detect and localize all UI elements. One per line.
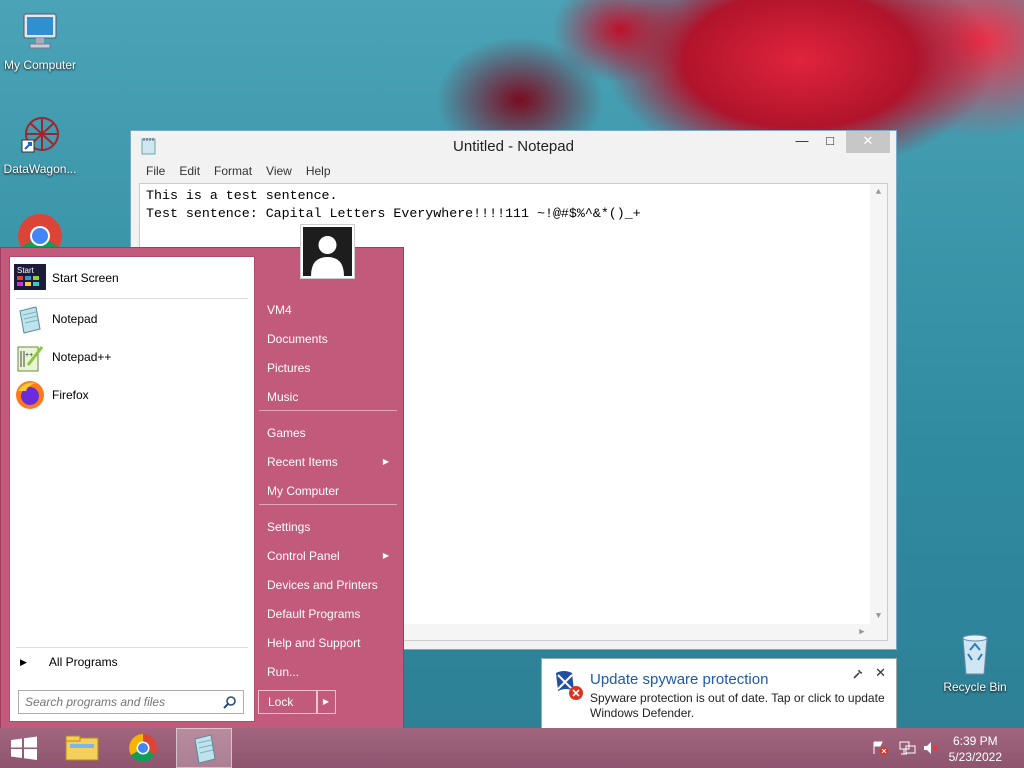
lock-options-chevron-icon[interactable]: ▶ (316, 690, 336, 714)
all-programs-label: All Programs (48, 655, 118, 669)
menu-file[interactable]: File (139, 161, 172, 183)
start-link-devices-printers[interactable]: Devices and Printers (259, 571, 399, 600)
divider (259, 410, 397, 411)
menu-format[interactable]: Format (207, 161, 259, 183)
datawagon-icon (16, 112, 64, 160)
menu-help[interactable]: Help (299, 161, 338, 183)
user-avatar[interactable] (300, 224, 355, 279)
start-item-firefox[interactable]: Firefox (14, 378, 89, 412)
scroll-up-icon[interactable]: ▲ (870, 184, 887, 200)
desktop-icon-my-computer[interactable]: My Computer (0, 8, 80, 72)
notification-toast[interactable]: Update spyware protection Spyware protec… (541, 658, 897, 741)
scroll-down-icon[interactable]: ▼ (870, 608, 887, 624)
computer-icon (16, 8, 64, 56)
menu-edit[interactable]: Edit (172, 161, 207, 183)
minimize-button[interactable]: — (788, 131, 816, 153)
start-link-run[interactable]: Run... (259, 658, 399, 687)
action-center-warning-icon[interactable] (872, 740, 890, 756)
taskbar-chrome[interactable] (115, 728, 171, 768)
desktop-icon-label: My Computer (3, 58, 77, 72)
clock-date: 5/23/2022 (948, 750, 1002, 764)
start-link-control-panel[interactable]: Control Panel ▶ (259, 542, 399, 571)
start-link-recent-items[interactable]: Recent Items ▶ (259, 448, 399, 477)
vertical-scrollbar[interactable]: ▲ ▼ (870, 184, 887, 624)
start-link-pictures[interactable]: Pictures (259, 354, 399, 383)
window-title: Untitled - Notepad (453, 138, 574, 155)
divider (16, 298, 248, 299)
desktop-icon-recycle-bin[interactable]: Recycle Bin (935, 630, 1015, 694)
search-icon[interactable] (223, 695, 237, 709)
taskbar-notepad[interactable] (176, 728, 232, 768)
chrome-icon (129, 734, 157, 762)
taskbar-file-explorer[interactable] (54, 728, 110, 768)
notepad-icon (14, 303, 46, 335)
system-clock[interactable]: 6:39 PM 5/23/2022 (949, 733, 1002, 765)
firefox-icon (14, 379, 46, 411)
chrome-icon (16, 212, 64, 248)
start-item-notepad[interactable]: Notepad (14, 302, 97, 336)
notification-title: Update spyware protection (590, 671, 769, 688)
taskbar: 6:39 PM 5/23/2022 (0, 728, 1024, 768)
divider (16, 647, 248, 648)
start-item-notepadpp[interactable]: ++ Notepad++ (14, 340, 111, 374)
all-programs-button[interactable]: ▶ All Programs (20, 655, 118, 669)
file-explorer-icon (65, 735, 99, 761)
start-link-label: Control Panel (267, 549, 340, 563)
start-button[interactable] (0, 728, 48, 768)
notepadpp-icon: ++ (14, 341, 46, 373)
notepad-icon (194, 734, 216, 764)
lock-button[interactable]: Lock (258, 690, 318, 714)
user-icon (303, 227, 352, 276)
windows-logo-icon (11, 736, 37, 760)
start-link-settings[interactable]: Settings (259, 513, 399, 542)
start-link-music[interactable]: Music (259, 383, 399, 412)
start-link-help-support[interactable]: Help and Support (259, 629, 399, 658)
notification-body: Spyware protection is out of date. Tap o… (590, 691, 885, 720)
close-icon[interactable]: ✕ (875, 665, 886, 681)
desktop-icon-label: Recycle Bin (943, 680, 1007, 694)
start-item-label: Start Screen (52, 271, 119, 285)
start-link-games[interactable]: Games (259, 419, 399, 448)
desktop-icon-chrome[interactable] (0, 212, 80, 248)
title-bar[interactable]: Untitled - Notepad — □ ✕ (131, 131, 896, 161)
start-screen-icon: Start (14, 262, 46, 294)
svg-text:++: ++ (25, 352, 33, 359)
scroll-right-icon[interactable]: ▶ (854, 624, 870, 640)
text-line: Test sentence: Capital Letters Everywher… (146, 206, 641, 221)
defender-warning-icon (554, 669, 586, 701)
start-menu-programs-pane: Start Start Screen Notepad ++ Notepad++ … (9, 256, 255, 722)
recycle-bin-icon (951, 630, 999, 678)
start-tile-text: Start (17, 266, 35, 275)
wrench-icon[interactable] (852, 668, 864, 680)
search-box[interactable] (18, 690, 244, 714)
desktop-icon-datawagon[interactable]: DataWagon... (0, 112, 80, 176)
start-link-vm4[interactable]: VM4 (259, 296, 399, 325)
search-input[interactable] (25, 695, 215, 709)
start-link-label: Recent Items (267, 455, 338, 469)
menu-bar: File Edit Format View Help (131, 161, 896, 183)
start-link-default-programs[interactable]: Default Programs (259, 600, 399, 629)
start-link-my-computer[interactable]: My Computer (259, 477, 399, 506)
start-item-label: Notepad++ (52, 350, 112, 364)
close-button[interactable]: ✕ (846, 131, 890, 153)
maximize-button[interactable]: □ (816, 131, 844, 153)
start-item-label: Notepad (52, 312, 98, 326)
triangle-right-icon: ▶ (20, 656, 27, 667)
divider (259, 504, 397, 505)
start-menu: Start Start Screen Notepad ++ Notepad++ … (0, 247, 404, 729)
volume-muted-icon[interactable] (922, 740, 940, 756)
menu-view[interactable]: View (259, 161, 299, 183)
network-icon[interactable] (898, 740, 916, 756)
chevron-right-icon: ▶ (382, 457, 389, 466)
start-item-start-screen[interactable]: Start Start Screen (14, 261, 119, 295)
clock-time: 6:39 PM (952, 734, 998, 748)
start-link-documents[interactable]: Documents (259, 325, 399, 354)
desktop-icon-label: DataWagon... (3, 162, 77, 176)
chevron-right-icon: ▶ (382, 551, 389, 560)
start-item-label: Firefox (52, 388, 89, 402)
text-line: This is a test sentence. (146, 188, 338, 203)
